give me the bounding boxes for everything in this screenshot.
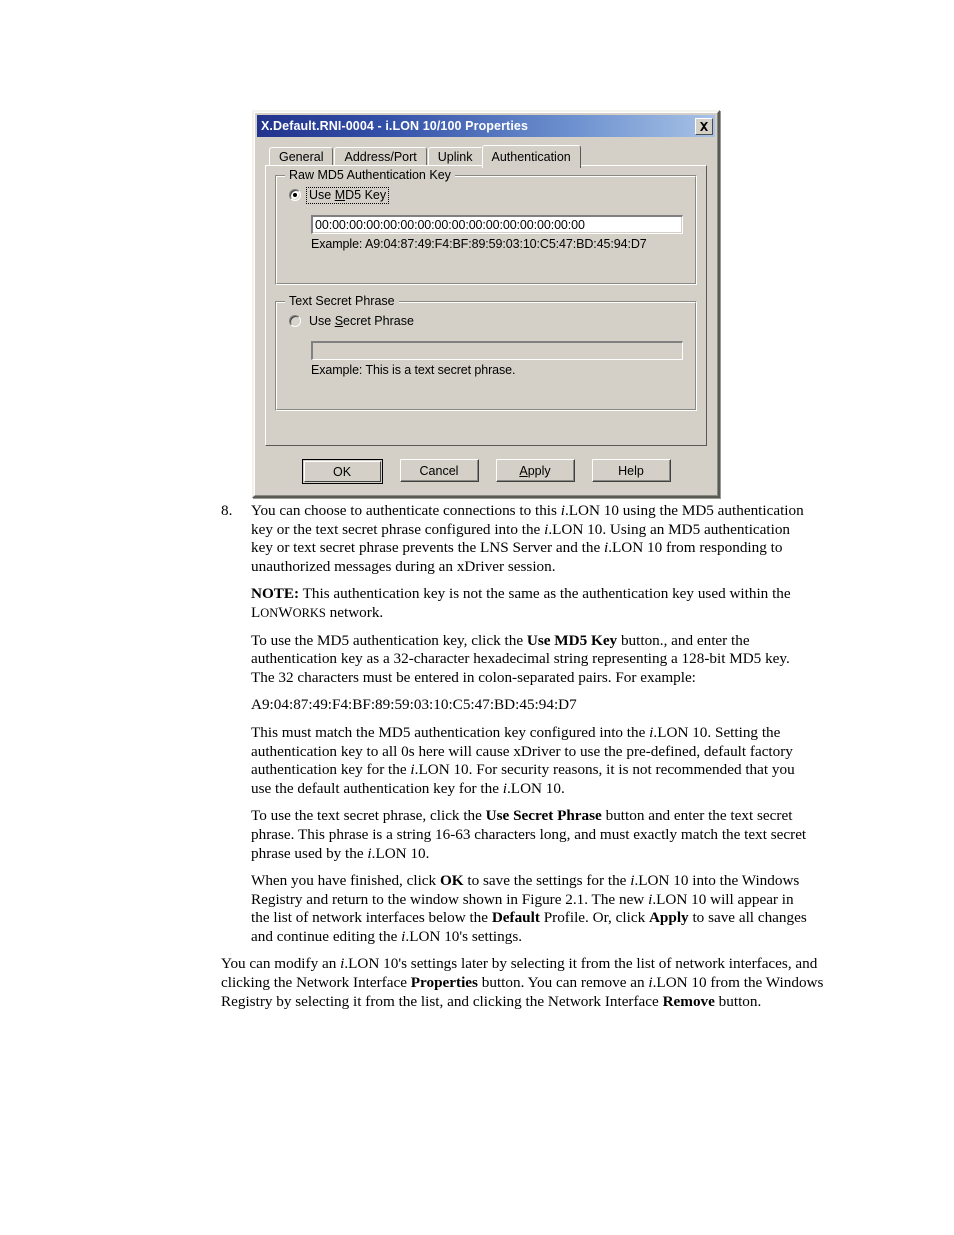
note-paragraph: NOTE: This authentication key is not the… (0, 585, 954, 622)
close-icon[interactable] (695, 117, 713, 135)
lonworks-on: ON (260, 605, 279, 620)
note-label: NOTE: (251, 585, 300, 603)
finish-default-bold: Default (491, 909, 540, 927)
apply-button-label: Apply (519, 463, 551, 478)
dialog-title: X.Default.RNI-0004 - i.LON 10/100 Proper… (261, 118, 528, 133)
modify-e: button. (714, 992, 762, 1010)
dialog-button-row: OK Cancel Apply Help (265, 459, 707, 484)
finish-paragraph: When you have finished, click OK to save… (0, 872, 954, 946)
help-button[interactable]: Help (591, 459, 671, 482)
md5-key-input[interactable]: 00:00:00:00:00:00:00:00:00:00:00:00:00:0… (311, 215, 683, 234)
document-body: 8. You can choose to authenticate connec… (0, 502, 954, 1020)
finish-ok-bold: OK (439, 872, 464, 890)
secret-phrase-field-wrap: Example: This is a text secret phrase. (289, 341, 683, 377)
secret-phrase-input[interactable] (311, 341, 683, 360)
radio-label-use-secret-phrase-post: ecret Phrase (343, 313, 414, 328)
modify-c: button. You can remove an (477, 974, 649, 992)
secret-phrase-bold: Use Secret Phrase (485, 807, 602, 825)
finish-e: Profile. Or, click (539, 909, 649, 927)
secret-phrase-instructions-paragraph: To use the text secret phrase, click the… (0, 807, 954, 863)
step-8-number: 8. (221, 502, 233, 519)
md5-instructions-a: To use the MD5 authentication key, click… (251, 631, 527, 649)
step-8-paragraph: You can choose to authenticate connectio… (251, 502, 809, 576)
lonworks-l: L (251, 603, 261, 621)
modify-paragraph: You can modify an i.LON 10's settings la… (0, 955, 954, 1011)
match-key-paragraph: This must match the MD5 authentication k… (0, 724, 954, 798)
apply-button[interactable]: Apply (495, 459, 575, 482)
ok-button-label: OK (332, 464, 352, 479)
dialog-titlebar[interactable]: X.Default.RNI-0004 - i.LON 10/100 Proper… (257, 115, 715, 137)
hex-example-paragraph: A9:04:87:49:F4:BF:89:59:03:10:C5:47:BD:4… (251, 696, 577, 714)
note-text-a: This authentication key is not the same … (299, 585, 791, 603)
help-button-label: Help (618, 463, 644, 478)
step-8: 8. You can choose to authenticate connec… (0, 502, 954, 576)
radio-label-use-md5-key-post: D5 Key (345, 187, 387, 202)
radio-label-use-md5-key-accel: M (334, 187, 346, 202)
tab-strip: General Address/Port Uplink Authenticati… (265, 144, 707, 168)
tab-general[interactable]: General (269, 147, 334, 166)
secret-phrase-c: .LON 10. (371, 844, 430, 862)
radio-use-md5-key[interactable] (289, 189, 301, 201)
lonworks-wordmark: LONWORKS (251, 604, 326, 621)
radio-use-secret-phrase[interactable] (289, 315, 301, 327)
match-key-d: .LON 10. (507, 779, 565, 797)
group-title-raw-md5: Raw MD5 Authentication Key (285, 168, 455, 182)
dialog-inner-frame: X.Default.RNI-0004 - i.LON 10/100 Proper… (254, 112, 718, 496)
tab-uplink[interactable]: Uplink (427, 147, 483, 166)
lonworks-w: W (278, 603, 293, 621)
secret-phrase-example: Example: This is a text secret phrase. (311, 363, 516, 377)
tab-address-port[interactable]: Address/Port (334, 147, 427, 166)
md5-key-example: Example: A9:04:87:49:F4:BF:89:59:03:10:C… (311, 237, 647, 251)
lonworks-orks: ORKS (292, 605, 326, 620)
md5-key-field-wrap: 00:00:00:00:00:00:00:00:00:00:00:00:00:0… (289, 215, 683, 251)
radio-label-use-md5-key-pre: Use (309, 187, 335, 202)
radio-row-use-md5-key[interactable]: Use MD5 Key (289, 186, 683, 204)
dialog-client-area: General Address/Port Uplink Authenticati… (257, 137, 715, 492)
match-key-a: This must match the MD5 authentication k… (251, 723, 650, 741)
tab-authentication[interactable]: Authentication (481, 145, 581, 168)
finish-apply-bold: Apply (648, 909, 689, 927)
group-text-secret-phrase: Use Secret Phrase Example: This is a tex… (275, 294, 697, 411)
group-raw-md5-authentication-key: Use MD5 Key 00:00:00:00:00:00:00:00:00:0… (275, 168, 697, 285)
md5-instructions-paragraph: To use the MD5 authentication key, click… (0, 632, 954, 688)
secret-phrase-a: To use the text secret phrase, click the (251, 807, 486, 825)
cancel-button[interactable]: Cancel (399, 459, 479, 482)
radio-label-use-md5-key[interactable]: Use MD5 Key (305, 186, 390, 204)
modify-a: You can modify an (221, 955, 341, 973)
note-text-b: network. (325, 603, 384, 621)
md5-instructions-bold: Use MD5 Key (526, 631, 618, 649)
ilon-properties-dialog: X.Default.RNI-0004 - i.LON 10/100 Proper… (252, 110, 720, 498)
radio-label-use-secret-phrase-accel: S (334, 313, 344, 328)
radio-label-use-secret-phrase[interactable]: Use Secret Phrase (307, 314, 416, 329)
group-title-text-secret-phrase: Text Secret Phrase (285, 294, 399, 308)
finish-a: When you have finished, click (251, 872, 440, 890)
modify-remove-bold: Remove (662, 992, 715, 1010)
ok-button[interactable]: OK (301, 459, 383, 484)
radio-row-use-secret-phrase[interactable]: Use Secret Phrase (289, 313, 683, 329)
finish-b: to save the settings for the (463, 872, 631, 890)
finish-g: .LON 10's settings. (405, 927, 523, 945)
radio-label-use-secret-phrase-pre: Use (309, 313, 335, 328)
tab-panel-authentication: Use MD5 Key 00:00:00:00:00:00:00:00:00:0… (265, 165, 707, 446)
step-8-text-a: You can choose to authenticate connectio… (251, 502, 561, 519)
cancel-button-label: Cancel (419, 463, 459, 478)
modify-properties-bold: Properties (410, 974, 478, 992)
